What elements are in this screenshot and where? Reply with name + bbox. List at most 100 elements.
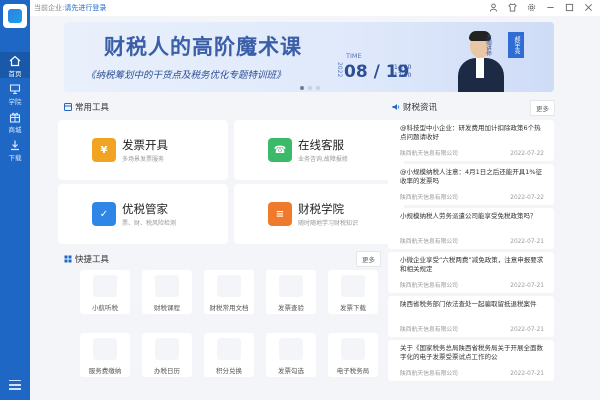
- login-link[interactable]: 请先进行登录: [64, 4, 106, 12]
- quick-tool-label: 发票查验: [278, 304, 304, 312]
- promo-banner[interactable]: 财税人的高阶魔术课 《纳税筹划中的干货点及税务优化专题特训班》 TIME 202…: [64, 22, 554, 92]
- news-item[interactable]: @小规模纳税人注意：4月1日之后还能开具1%征收率的发票吗 陕西航天信息有限公司…: [388, 164, 554, 205]
- sidebar: 首页 学院 商城 下载: [0, 0, 30, 400]
- sidebar-item-home[interactable]: 首页: [0, 52, 30, 78]
- quick-tool-item[interactable]: 服务费缴纳: [80, 333, 130, 377]
- news-item[interactable]: 关于《国家税务总局陕西省税务局关于开展全面数字化的电子发票受票试点工作的公 陕西…: [388, 340, 554, 381]
- invoice-icon: ¥: [92, 138, 116, 162]
- news-date: 2022-07-22: [510, 195, 544, 201]
- tool-icon: [155, 275, 179, 297]
- tool-title: 发票开具: [122, 138, 168, 152]
- carousel-dots[interactable]: [300, 86, 320, 90]
- tool-icon: [155, 338, 179, 360]
- monitor-icon: [9, 84, 21, 95]
- download-icon: [11, 140, 19, 151]
- tool-card-invoice[interactable]: ¥ 发票开具 多场景发票服务: [58, 120, 228, 180]
- sidebar-item-label: 首页: [8, 70, 22, 78]
- news-source: 陕西航天信息有限公司: [400, 195, 458, 201]
- news-source: 陕西航天信息有限公司: [400, 239, 458, 245]
- news-title: @小规模纳税人注意：4月1日之后还能开具1%征收率的发票吗: [400, 168, 543, 185]
- maximize-icon[interactable]: [564, 2, 575, 13]
- sidebar-item-label: 商城: [8, 126, 22, 134]
- sidebar-item-academy[interactable]: 学院: [0, 80, 30, 106]
- news-item[interactable]: @科技型中小企业：研发费用加计扣除政策6个热点问题请收好 陕西航天信息有限公司 …: [388, 120, 554, 161]
- quick-tool-item[interactable]: 发票下载: [328, 270, 378, 314]
- quick-tool-label: 财税课程: [154, 304, 180, 312]
- close-icon[interactable]: [583, 2, 594, 13]
- quick-tool-item[interactable]: 小航听税: [80, 270, 130, 314]
- sidebar-item-label: 学院: [8, 98, 22, 106]
- news-source: 陕西航天信息有限公司: [400, 151, 458, 157]
- news-title: 陕西省税务部门依法查处一起骗取留抵退税案件: [400, 300, 537, 308]
- banner-time-label: TIME: [346, 52, 362, 60]
- tool-icon: [341, 338, 365, 360]
- tool-icon: [341, 275, 365, 297]
- tool-card-service[interactable]: ☎ 在线客服 业务咨询,故障报修: [234, 120, 404, 180]
- common-tools-header: 常用工具: [64, 101, 109, 113]
- news-more-button[interactable]: 更多: [530, 100, 555, 116]
- tool-title: 在线客服: [298, 138, 344, 152]
- tool-desc: 票、财、税风险检测: [122, 220, 177, 227]
- quick-tool-item[interactable]: 财税常用文档: [204, 270, 254, 314]
- tax-manager-icon: ✓: [92, 202, 116, 226]
- app-logo: [3, 4, 27, 28]
- news-item[interactable]: 陕西省税务部门依法查处一起骗取留抵退税案件 陕西航天信息有限公司 2022-07…: [388, 296, 554, 337]
- news-item[interactable]: 小微企业享受“六税两费”减免政策，注意申报要求和相关规定 陕西航天信息有限公司 …: [388, 252, 554, 293]
- quick-tool-item[interactable]: 积分兑换: [204, 333, 254, 377]
- news-date: 2022-07-22: [510, 151, 544, 157]
- quick-tool-item[interactable]: 办税日历: [142, 333, 192, 377]
- news-date: 2022-07-21: [510, 327, 544, 333]
- tool-desc: 多场景发票服务: [122, 156, 165, 163]
- quick-tool-item[interactable]: 发票勾选: [266, 333, 316, 377]
- shirt-icon[interactable]: [507, 2, 518, 13]
- quick-tool-label: 小航听税: [92, 304, 118, 312]
- quick-tool-item[interactable]: 电子税务局: [328, 333, 378, 377]
- tool-icon: [93, 275, 117, 297]
- news-title: 小规模纳税人劳务派遣公司能享受免税政策吗？: [400, 212, 537, 220]
- sidebar-item-label: 下载: [8, 154, 22, 162]
- service-icon: ☎: [268, 138, 292, 162]
- sidebar-item-download[interactable]: 下载: [0, 136, 30, 162]
- banner-time-start: 14:00: [394, 64, 412, 71]
- speaker-name: 郝宇亮: [508, 32, 524, 58]
- news-title: 小微企业享受“六税两费”减免政策，注意申报要求和相关规定: [400, 256, 544, 273]
- settings-icon[interactable]: [526, 2, 537, 13]
- tool-desc: 业务咨询,故障报修: [298, 156, 348, 163]
- tool-card-academy[interactable]: ≡ 财税学院 随时随地学习财税知识: [234, 184, 404, 244]
- company-prefix: 当前企业:: [34, 4, 65, 12]
- company-status: 当前企业:请先进行登录: [34, 3, 106, 13]
- section-title: 财税资讯: [403, 103, 438, 113]
- speaker-role: 大咖讲师: [485, 34, 491, 56]
- quick-tool-item[interactable]: 财税课程: [142, 270, 192, 314]
- quick-tools-more-button[interactable]: 更多: [356, 251, 381, 267]
- banner-subtitle: 《纳税筹划中的干货点及税务优化专题特训班》: [86, 70, 286, 81]
- quick-tool-label: 电子税务局: [336, 367, 370, 375]
- news-item[interactable]: 小规模纳税人劳务派遣公司能享受免税政策吗？ 陕西航天信息有限公司 2022-07…: [388, 208, 554, 249]
- quick-tool-label: 办税日历: [154, 367, 180, 375]
- news-title: @科技型中小企业：研发费用加计扣除政策6个热点问题请收好: [400, 124, 541, 141]
- tool-card-tax-manager[interactable]: ✓ 优税管家 票、财、税风险检测: [58, 184, 228, 244]
- tool-icon: [279, 275, 303, 297]
- minimize-icon[interactable]: [545, 2, 556, 13]
- news-date: 2022-07-21: [510, 371, 544, 377]
- news-date: 2022-07-21: [510, 239, 544, 245]
- menu-icon[interactable]: [9, 380, 21, 390]
- tool-title: 财税学院: [298, 202, 344, 216]
- sidebar-item-mall[interactable]: 商城: [0, 108, 30, 134]
- news-source: 陕西航天信息有限公司: [400, 327, 458, 333]
- quick-tool-item[interactable]: 发票查验: [266, 270, 316, 314]
- apps-icon: [64, 255, 72, 263]
- user-icon[interactable]: [488, 2, 499, 13]
- quick-tool-label: 财税常用文档: [209, 304, 249, 312]
- home-icon: [9, 55, 21, 67]
- banner-title: 财税人的高阶魔术课: [104, 35, 302, 59]
- quick-tool-label: 服务费缴纳: [88, 367, 122, 375]
- banner-year: 2022: [336, 62, 343, 78]
- tool-icon: [217, 275, 241, 297]
- news-source: 陕西航天信息有限公司: [400, 371, 458, 377]
- section-title: 快捷工具: [75, 255, 110, 265]
- tool-icon: [93, 338, 117, 360]
- tool-icon: [279, 338, 303, 360]
- news-date: 2022-07-21: [510, 283, 544, 289]
- quick-tool-label: 积分兑换: [216, 367, 242, 375]
